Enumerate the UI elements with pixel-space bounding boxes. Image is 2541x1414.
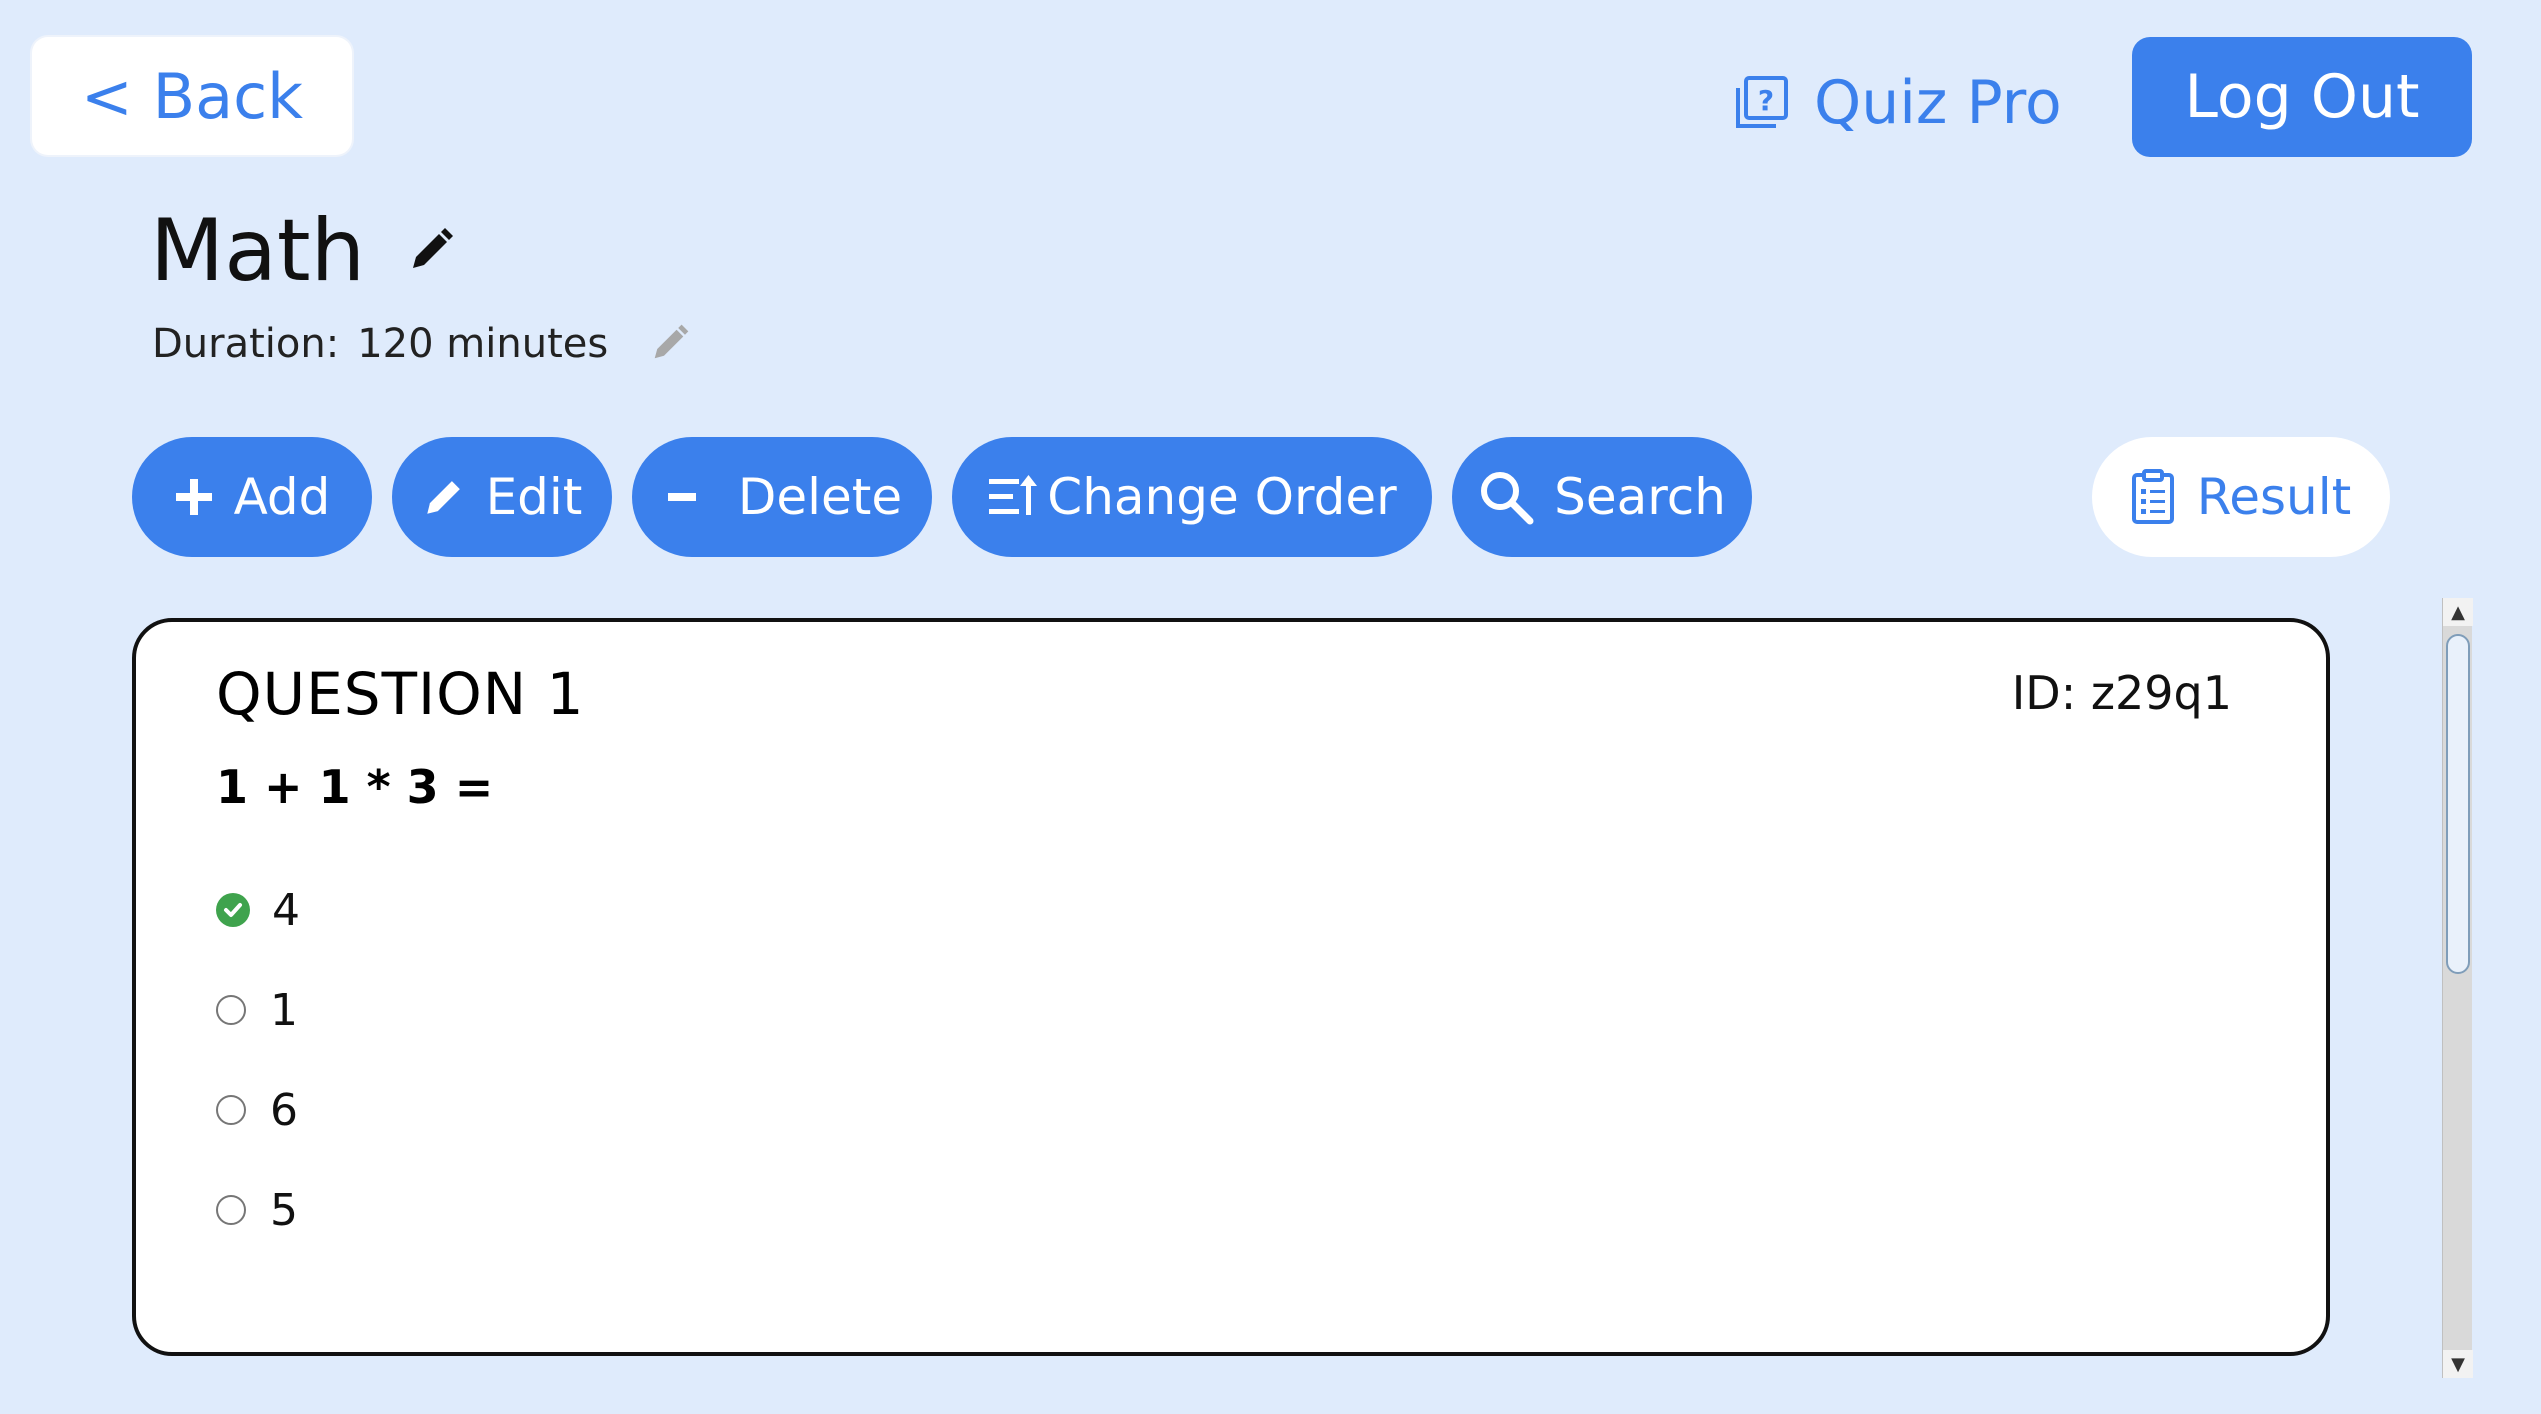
option-item[interactable]: 6 <box>216 1080 298 1140</box>
edit-title-icon[interactable] <box>405 226 455 276</box>
change-order-button-label: Change Order <box>1047 468 1397 526</box>
search-button-label: Search <box>1554 468 1726 526</box>
search-button[interactable]: Search <box>1452 437 1752 557</box>
scrollbar-thumb[interactable] <box>2446 634 2470 974</box>
result-button[interactable]: Result <box>2092 437 2390 557</box>
option-label: 1 <box>270 984 298 1036</box>
result-button-label: Result <box>2196 468 2352 526</box>
check-circle-icon <box>216 893 250 927</box>
logout-button-label: Log Out <box>2184 62 2420 132</box>
option-label: 5 <box>270 1184 298 1236</box>
brand-name: Quiz Pro <box>1814 68 2062 138</box>
option-item[interactable]: 1 <box>216 980 298 1040</box>
sort-icon <box>989 475 1038 515</box>
back-button-label: < Back <box>80 59 304 133</box>
option-label: 4 <box>272 884 300 936</box>
question-text: 1 + 1 * 3 = <box>216 760 494 814</box>
edit-button-label: Edit <box>485 468 583 526</box>
edit-button[interactable]: Edit <box>392 437 612 557</box>
option-item[interactable]: 5 <box>216 1180 298 1240</box>
brand: ? Quiz Pro <box>1732 62 2062 144</box>
logout-button[interactable]: Log Out <box>2132 37 2472 157</box>
duration-label: Duration: <box>152 321 340 367</box>
add-button[interactable]: Add <box>132 437 372 557</box>
duration-row: Duration: 120 minutes <box>152 316 690 372</box>
scroll-up-arrow-icon[interactable]: ▲ <box>2443 598 2473 626</box>
radio-button[interactable] <box>216 995 246 1025</box>
duration-value: 120 minutes <box>357 321 609 367</box>
minus-icon <box>667 493 696 501</box>
back-button[interactable]: < Back <box>32 37 352 155</box>
option-label: 6 <box>270 1084 298 1136</box>
question-id: ID: z29q1 <box>2011 666 2232 720</box>
radio-button[interactable] <box>216 1195 246 1225</box>
question-card: QUESTION 1 ID: z29q1 1 + 1 * 3 = 4 1 6 5 <box>132 618 2330 1356</box>
question-title: QUESTION 1 <box>216 660 585 728</box>
add-button-label: Add <box>233 468 331 526</box>
option-correct[interactable]: 4 <box>216 880 300 940</box>
quiz-icon: ? <box>1736 76 1788 128</box>
clipboard-icon <box>2131 469 2174 524</box>
scroll-down-arrow-icon[interactable]: ▼ <box>2443 1350 2473 1378</box>
plus-icon <box>175 479 212 515</box>
edit-duration-icon[interactable] <box>648 323 690 365</box>
search-icon <box>1481 472 1534 525</box>
delete-button[interactable]: Delete <box>632 437 932 557</box>
delete-button-label: Delete <box>737 468 903 526</box>
change-order-button[interactable]: Change Order <box>952 437 1432 557</box>
pencil-icon <box>426 481 460 514</box>
svg-text:?: ? <box>1758 84 1774 117</box>
quiz-title-row: Math <box>150 196 455 306</box>
page-title: Math <box>150 201 366 301</box>
radio-button[interactable] <box>216 1095 246 1125</box>
scrollbar[interactable]: ▲ ▼ <box>2442 598 2473 1378</box>
